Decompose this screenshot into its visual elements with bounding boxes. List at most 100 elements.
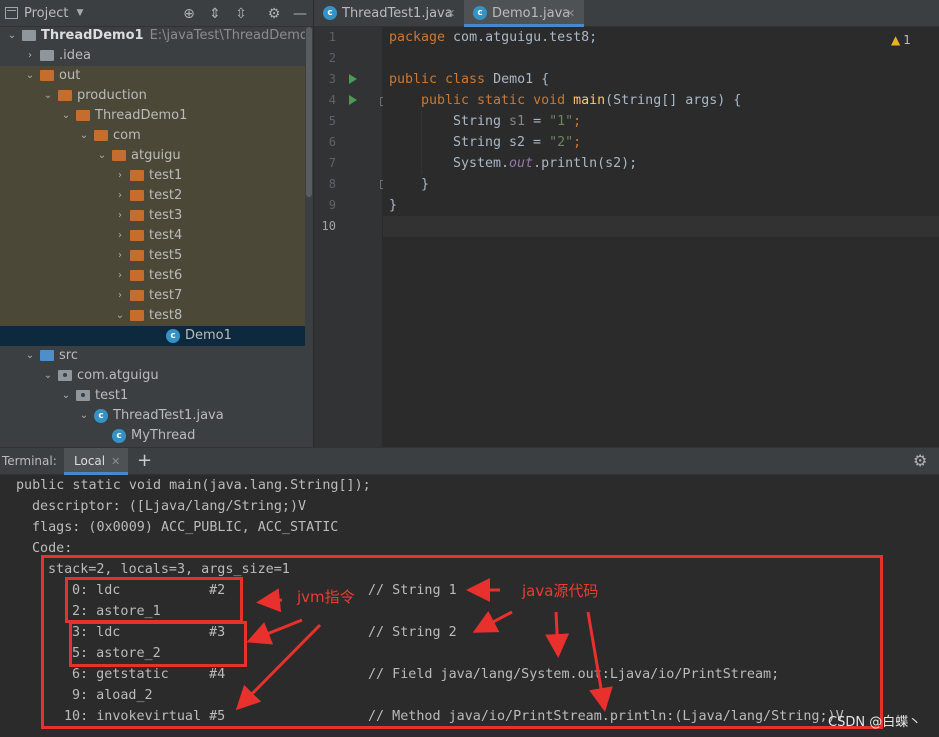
folder-icon	[76, 390, 90, 401]
gear-icon[interactable]: ⚙	[913, 451, 927, 470]
tree-item-label: .idea	[59, 48, 91, 63]
close-icon[interactable]: ✕	[446, 0, 455, 27]
chevron-down-icon[interactable]: ⌄	[78, 126, 90, 146]
folder-icon	[40, 50, 54, 61]
chevron-right-icon[interactable]: ›	[114, 266, 126, 286]
chevron-down-icon[interactable]: ⌄	[42, 86, 54, 106]
tree-item[interactable]: › test2	[0, 186, 305, 206]
code-line-10-current	[383, 216, 939, 237]
tree-item[interactable]: ⌄ out	[0, 66, 305, 86]
terminal-line: flags: (0x0009) ACC_PUBLIC, ACC_STATIC	[32, 520, 339, 535]
folder-icon	[130, 290, 144, 301]
line-number: 6	[328, 135, 336, 149]
code-line-9: }	[389, 198, 398, 213]
gear-icon[interactable]: ⚙	[265, 5, 283, 23]
tree-item[interactable]: ⌄ c ThreadTest1.java	[0, 406, 305, 426]
folder-icon	[130, 250, 144, 261]
tab-threadtest1-java[interactable]: c ThreadTest1.java ✕	[314, 0, 460, 27]
tree-item[interactable]: ⌄ test8	[0, 306, 305, 326]
tree-item-label: test6	[149, 268, 183, 283]
chevron-down-icon[interactable]: ⌄	[114, 306, 126, 326]
class-icon: c	[473, 6, 487, 20]
folder-icon	[130, 170, 144, 181]
code-line-8: }	[421, 177, 430, 192]
class-icon: c	[94, 409, 108, 423]
project-path: E:\javaTest\ThreadDemo1	[149, 28, 305, 43]
folder-icon	[130, 210, 144, 221]
terminal-line: descriptor: ([Ljava/lang/String;)V	[32, 499, 307, 514]
tab-local[interactable]: Local ✕	[64, 448, 128, 475]
chevron-down-icon[interactable]: ⌄	[42, 366, 54, 386]
run-main-icon[interactable]	[349, 95, 357, 105]
folder-icon	[58, 370, 72, 381]
tree-item[interactable]: › test4	[0, 226, 305, 246]
indent-guide	[421, 111, 422, 174]
project-tree: ⌄ ThreadDemo1 E:\javaTest\ThreadDemo1 › .ide…	[0, 27, 305, 447]
tree-item-label: test5	[149, 248, 183, 263]
tree-item-label: out	[59, 68, 81, 83]
close-icon[interactable]: ✕	[566, 0, 575, 27]
tree-item[interactable]: ⌄ com.atguigu	[0, 366, 305, 386]
chevron-right-icon[interactable]: ›	[114, 226, 126, 246]
tree-item[interactable]: › test7	[0, 286, 305, 306]
chevron-right-icon[interactable]: ›	[114, 166, 126, 186]
chevron-down-icon[interactable]: ⌄	[6, 27, 18, 46]
collapse-all-icon[interactable]: ⇳	[232, 5, 250, 23]
tree-scrollbar[interactable]	[305, 27, 313, 447]
project-panel: Project ▼ ⊕ ⇕ ⇳ ⚙ — ⌄ ThreadDemo1 E:\javaT…	[0, 0, 313, 447]
tab-label: ThreadTest1.java	[342, 6, 453, 21]
tree-item[interactable]: ⌄ production	[0, 86, 305, 106]
line-number: 8	[328, 177, 336, 191]
tab-demo1-java[interactable]: c Demo1.java ✕	[464, 0, 584, 27]
project-view-selector[interactable]: Project	[24, 6, 68, 21]
folder-icon	[130, 310, 144, 321]
tree-item[interactable]: c MyThread	[0, 426, 305, 446]
code-editor[interactable]: package com.atguigu.test8; public class …	[383, 27, 939, 447]
tree-item[interactable]: › test5	[0, 246, 305, 266]
line-number: 9	[328, 198, 336, 212]
chevron-right-icon[interactable]: ›	[114, 286, 126, 306]
watermark: CSDN @白蝶丶	[828, 715, 922, 730]
tree-item[interactable]: ⌄ com	[0, 126, 305, 146]
tree-item[interactable]: › .idea	[0, 46, 305, 66]
warning-indicator[interactable]: ▲ 1	[891, 33, 911, 47]
tree-scrollbar-thumb[interactable]	[306, 27, 312, 197]
chevron-down-icon[interactable]: ⌄	[78, 406, 90, 426]
folder-icon	[130, 230, 144, 241]
chevron-down-icon[interactable]: ⌄	[60, 106, 72, 126]
chevron-down-icon[interactable]: ⌄	[24, 66, 36, 86]
chevron-right-icon[interactable]: ›	[24, 46, 36, 66]
tree-item[interactable]: ⌄ ThreadDemo1 E:\javaTest\ThreadDemo1	[0, 27, 305, 46]
chevron-down-icon[interactable]: ▼	[76, 8, 83, 18]
new-terminal-button[interactable]: +	[137, 450, 152, 471]
tab-label: Demo1.java	[492, 6, 571, 21]
chevron-down-icon[interactable]: ⌄	[96, 146, 108, 166]
class-icon: c	[323, 6, 337, 20]
chevron-down-icon[interactable]: ⌄	[24, 346, 36, 366]
tree-item-label: test4	[149, 228, 183, 243]
locate-icon[interactable]: ⊕	[180, 5, 198, 23]
chevron-right-icon[interactable]: ›	[114, 206, 126, 226]
tree-item[interactable]: ⌄ src	[0, 346, 305, 366]
chevron-down-icon[interactable]: ⌄	[60, 386, 72, 406]
folder-icon	[94, 130, 108, 141]
tree-item[interactable]: ⌄ test1	[0, 386, 305, 406]
run-class-icon[interactable]	[349, 74, 357, 84]
tree-item[interactable]: › test1	[0, 166, 305, 186]
tree-item-label: production	[77, 88, 147, 103]
tree-item[interactable]: › test3	[0, 206, 305, 226]
chevron-right-icon[interactable]: ›	[114, 246, 126, 266]
tree-item[interactable]: › test6	[0, 266, 305, 286]
tree-item-label: src	[59, 348, 78, 363]
hide-icon[interactable]: —	[291, 5, 309, 23]
folder-icon	[76, 110, 90, 121]
jvm-instruction-label: jvm指令	[297, 588, 355, 606]
warning-icon: ▲	[891, 33, 901, 47]
expand-all-icon[interactable]: ⇕	[206, 5, 224, 23]
tree-item[interactable]: ⌄ atguigu	[0, 146, 305, 166]
tree-item[interactable]: ⌄ ThreadDemo1	[0, 106, 305, 126]
tree-item[interactable]: c Demo1	[0, 326, 305, 346]
chevron-right-icon[interactable]: ›	[114, 186, 126, 206]
close-icon[interactable]: ✕	[111, 455, 120, 468]
tree-item-label: MyThread	[131, 428, 196, 443]
